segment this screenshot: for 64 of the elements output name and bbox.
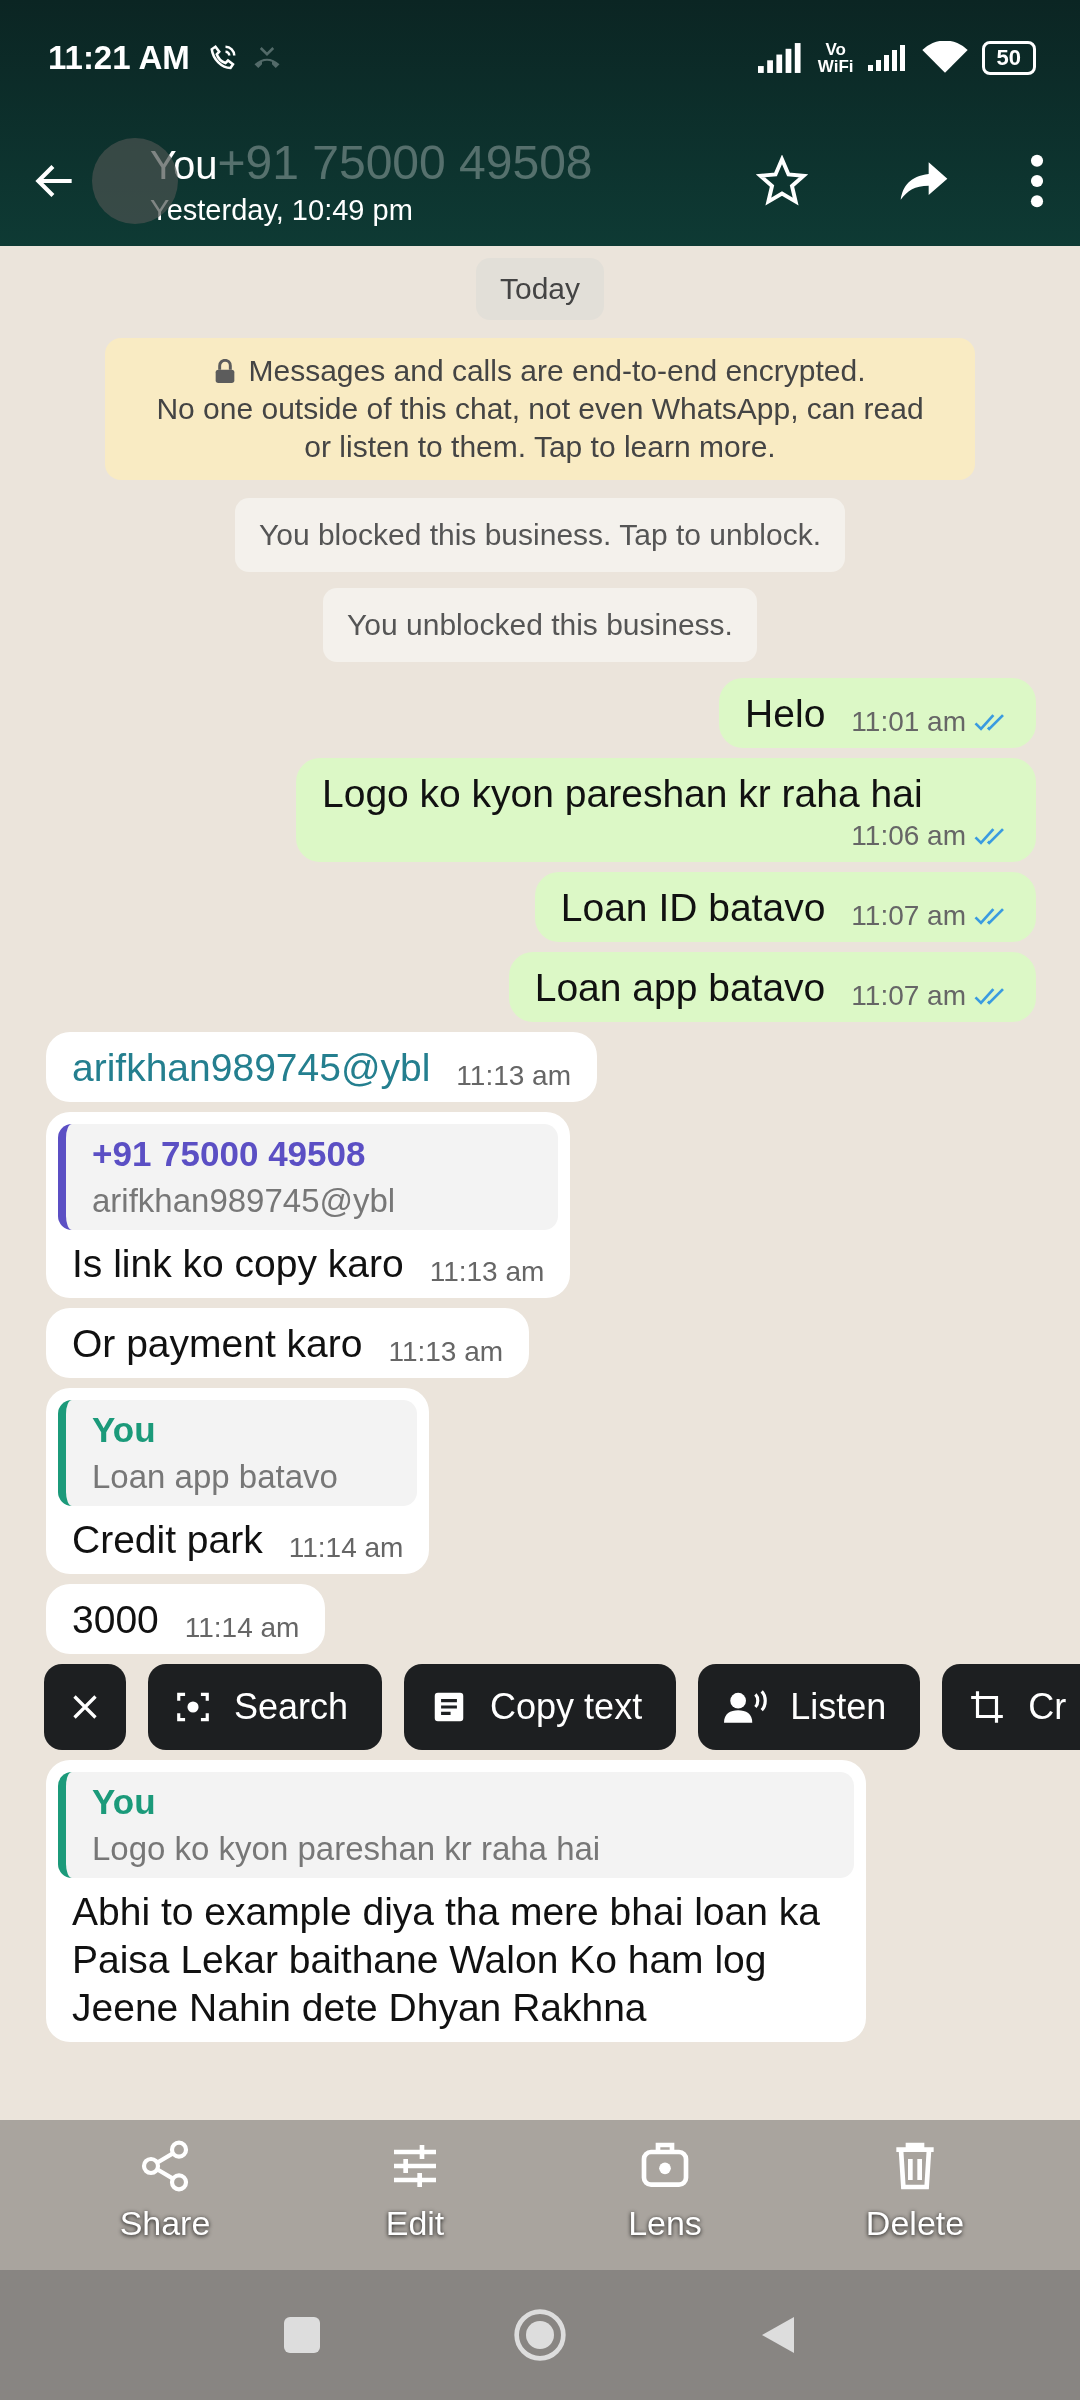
last-seen: Yesterday, 10:49 pm [150, 194, 414, 227]
quote-text: arifkhan989745@ybl [92, 1182, 397, 1220]
encryption-title: Messages and calls are end-to-end encrypted. [248, 353, 866, 389]
quoted-message[interactable]: +91 75000 49508 arifkhan989745@ybl [58, 1124, 559, 1230]
lens-chip[interactable]: Listen [698, 1664, 921, 1750]
message-text: Loan app batavo [534, 965, 826, 1011]
message-time: 11:01 am [851, 706, 966, 738]
message-bubble[interactable]: Loan app batavo 11:07 am [508, 952, 1036, 1022]
contact-name[interactable]: You [150, 143, 218, 188]
signal-icon [757, 43, 804, 73]
quoted-message[interactable]: You Loan app batavo [58, 1400, 418, 1506]
message-time: 11:13 am [388, 1336, 504, 1368]
vowifi-label: Vo WiFi [817, 41, 854, 75]
signal-icon [867, 45, 908, 71]
lens-chip[interactable]: Search [148, 1664, 383, 1750]
speaker-person-icon [724, 1688, 769, 1726]
star-icon[interactable] [756, 155, 808, 207]
message-bubble[interactable]: Logo ko kyon pareshan kr raha hai 11:06 am [296, 758, 1036, 862]
lens-chip[interactable]: Cr [942, 1664, 1080, 1750]
wifi-icon [921, 41, 968, 75]
quote-text: Logo ko kyon pareshan kr raha hai [92, 1830, 602, 1868]
battery-icon: 50 [981, 41, 1036, 75]
message-text: Logo ko kyon pareshan kr raha hai [322, 771, 923, 817]
system-message[interactable]: You blocked this business. Tap to unblock. [234, 498, 845, 572]
quote-author: You [92, 1782, 157, 1822]
message-bubble[interactable]: Helo 11:01 am [719, 678, 1036, 748]
message-text: Credit park [72, 1517, 263, 1563]
message-link[interactable]: arifkhan989745@ybl [72, 1044, 431, 1092]
status-time: 11:21 AM [48, 39, 190, 77]
message-text: Loan ID batavo [560, 885, 826, 931]
ghost-number: +91 75000 49508 [217, 135, 593, 190]
encryption-text: No one outside of this chat, not even WhatsApp, can read or listen to them. Tap to learn more. [155, 391, 925, 465]
message-text: Helo [745, 691, 826, 737]
quote-author: +91 75000 49508 [92, 1134, 367, 1174]
quoted-message[interactable]: You Logo ko kyon pareshan kr raha hai [58, 1772, 854, 1878]
message-bubble[interactable]: You Loan app batavo Credit park 11:14 am [46, 1388, 430, 1574]
message-bubble[interactable]: 3000 11:14 am [46, 1584, 326, 1654]
recents-icon[interactable] [282, 2315, 322, 2355]
message-bubble[interactable]: arifkhan989745@ybl 11:13 am [46, 1032, 597, 1102]
message-time: 11:06 am [851, 820, 966, 852]
menu-icon[interactable] [1030, 154, 1044, 208]
date-chip: Today [475, 258, 605, 320]
message-time: 11:07 am [851, 900, 966, 932]
message-text: Or payment karo [72, 1321, 363, 1367]
message-text: Is link ko copy karo [72, 1241, 404, 1287]
close-button[interactable] [44, 1664, 126, 1750]
message-time: 11:14 am [288, 1532, 404, 1564]
quote-author: You [92, 1410, 157, 1450]
message-time: 11:14 am [184, 1612, 300, 1644]
lock-icon [214, 359, 237, 383]
message-text: Abhi to example diya tha mere bhai loan ka Paisa Lekar baithane Walon Ko ham log Jeene Nahin dete Dhyan Rakhna [72, 1889, 821, 2031]
message-time: 11:07 am [851, 980, 966, 1012]
lens-chip[interactable]: Copy text [404, 1664, 677, 1750]
message-time: 11:13 am [429, 1256, 545, 1288]
home-icon[interactable] [512, 2307, 568, 2363]
message-bubble[interactable]: +91 75000 49508 arifkhan989745@ybl Is link ko copy karo 11:13 am [46, 1112, 571, 1298]
system-message[interactable]: You unblocked this business. [323, 588, 757, 662]
message-bubble[interactable]: Or payment karo 11:13 am [46, 1308, 530, 1378]
message-bubble[interactable]: Loan ID batavo 11:07 am [534, 872, 1036, 942]
message-text: 3000 [72, 1597, 159, 1643]
message-bubble[interactable]: You Logo ko kyon pareshan kr raha hai Abhi to example diya tha mere bhai loan ka Paisa Lekar baithane Walon Ko ham log Jeene Nahin dete Dhyan Rakhna [46, 1760, 866, 2042]
encryption-notice[interactable]: Messages and calls are end-to-end encrypted. No one outside of this chat, not even WhatsApp, can read or listen to them. Tap to learn more. [105, 338, 975, 480]
quote-text: Loan app batavo [92, 1458, 339, 1496]
message-time: 11:13 am [456, 1060, 571, 1092]
